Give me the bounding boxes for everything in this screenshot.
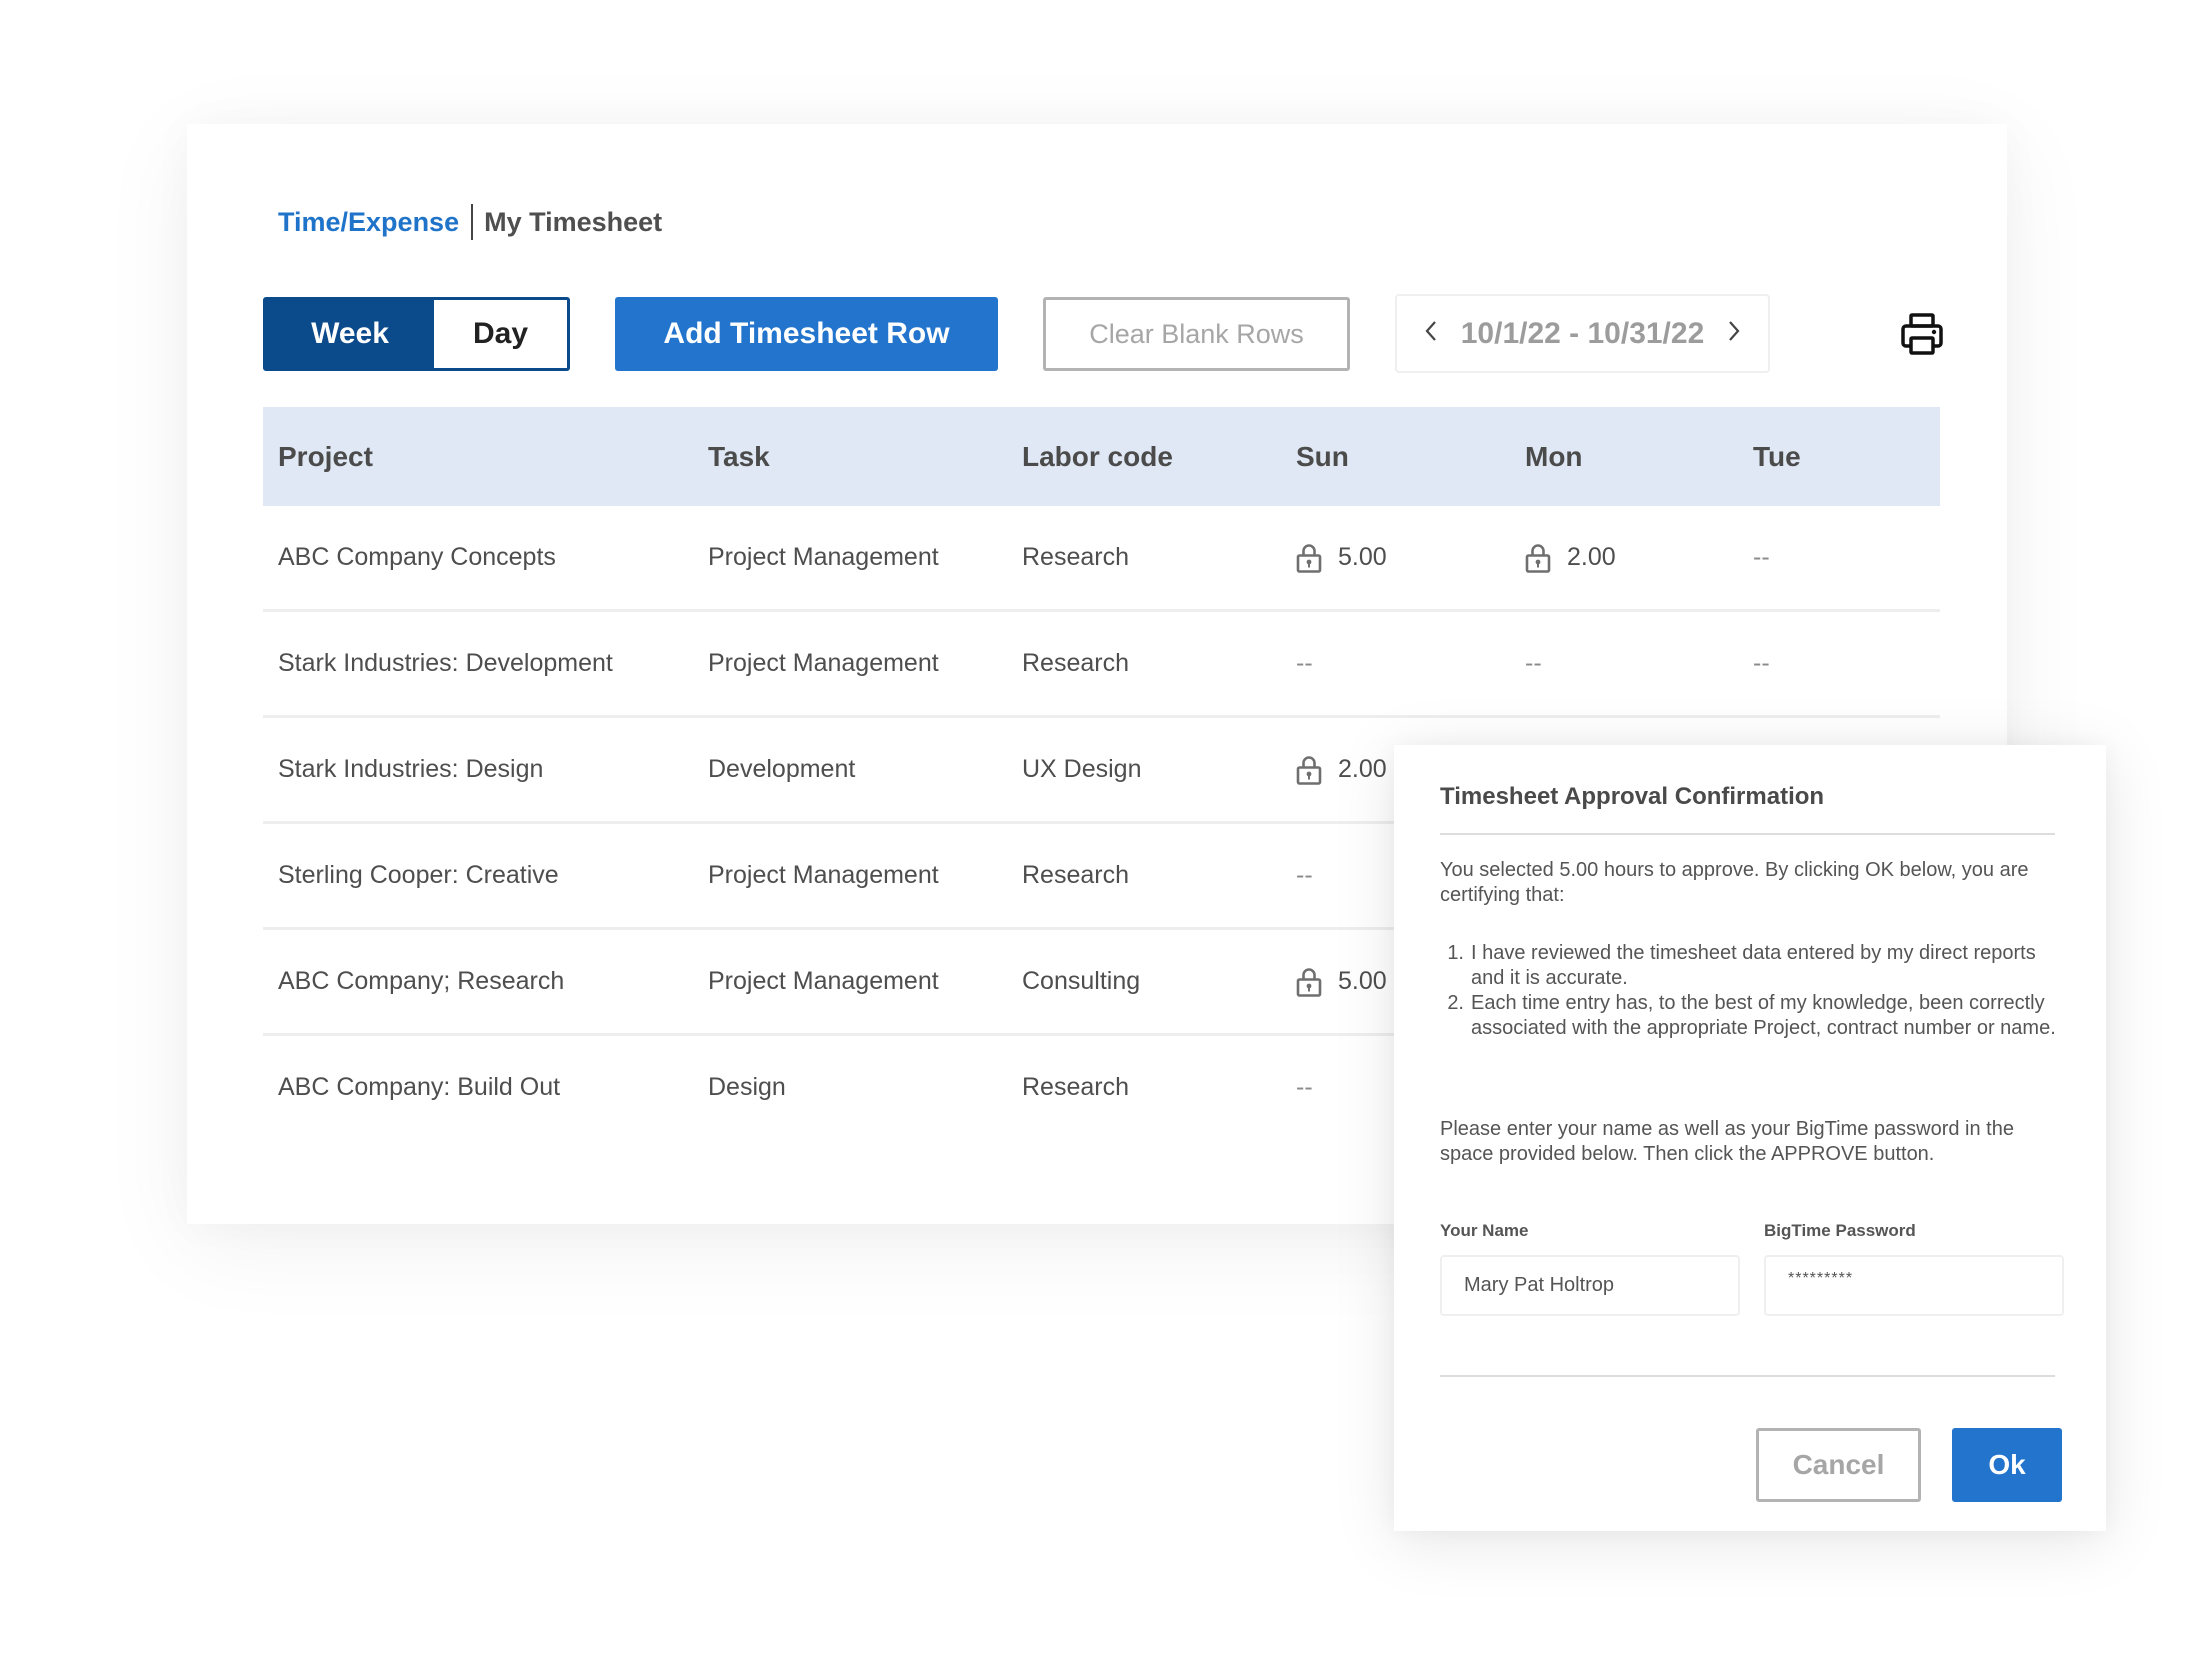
- cancel-button[interactable]: Cancel: [1756, 1428, 1921, 1502]
- item-number: 2.: [1447, 992, 1464, 1014]
- task-cell: Project Management: [708, 649, 939, 677]
- task-cell: Project Management: [708, 543, 939, 571]
- item-text: I have reviewed the timesheet data enter…: [1471, 942, 2036, 989]
- hours-value: --: [1296, 861, 1313, 889]
- project-cell: ABC Company Concepts: [278, 543, 556, 571]
- labor-code-cell: Research: [1022, 543, 1129, 571]
- password-input[interactable]: [1764, 1255, 2064, 1316]
- labor-code-cell: Research: [1022, 861, 1129, 889]
- mon-hours-cell[interactable]: 2.00: [1525, 506, 1616, 609]
- task-cell: Design: [708, 1073, 786, 1101]
- your-name-label: Your Name: [1440, 1221, 1529, 1240]
- breadcrumb-time-expense-link[interactable]: Time/Expense: [278, 207, 459, 238]
- lock-icon: [1296, 543, 1322, 573]
- project-cell: Stark Industries: Design: [278, 755, 544, 783]
- mon-hours-cell[interactable]: --: [1525, 612, 1542, 715]
- table-header: Project Task Labor code Sun Mon Tue: [263, 407, 1940, 506]
- column-header-sun[interactable]: Sun: [1296, 407, 1349, 506]
- certification-list: 1. I have reviewed the timesheet data en…: [1440, 941, 2065, 1041]
- day-view-button[interactable]: Day: [434, 300, 567, 368]
- dialog-intro-text: You selected 5.00 hours to approve. By c…: [1440, 859, 2029, 906]
- labor-code-cell: Research: [1022, 649, 1129, 677]
- labor-code-cell: Research: [1022, 1073, 1129, 1101]
- task-cell: Project Management: [708, 967, 939, 995]
- hours-value: 5.00: [1338, 543, 1387, 571]
- certification-item: 1. I have reviewed the timesheet data en…: [1440, 941, 2065, 991]
- tue-hours-cell[interactable]: --: [1753, 506, 1770, 609]
- sun-hours-cell[interactable]: --: [1296, 612, 1313, 715]
- date-range-picker: 10/1/22 - 10/31/22: [1395, 294, 1770, 373]
- sun-hours-cell[interactable]: --: [1296, 824, 1313, 927]
- toolbar: Week Day Add Timesheet Row Clear Blank R…: [263, 294, 1963, 373]
- hours-value: 2.00: [1338, 755, 1387, 783]
- dialog-title: Timesheet Approval Confirmation: [1440, 783, 1825, 810]
- lock-icon: [1296, 755, 1322, 785]
- your-name-input[interactable]: [1440, 1255, 1740, 1316]
- clear-blank-rows-button[interactable]: Clear Blank Rows: [1043, 297, 1350, 371]
- column-header-project[interactable]: Project: [278, 407, 373, 506]
- project-cell: ABC Company; Research: [278, 967, 565, 995]
- hours-value: --: [1296, 1073, 1313, 1101]
- labor-code-cell: UX Design: [1022, 755, 1142, 783]
- breadcrumb-separator: [471, 204, 474, 240]
- hours-value: --: [1753, 543, 1770, 571]
- add-timesheet-row-button[interactable]: Add Timesheet Row: [615, 297, 998, 371]
- chevron-right-icon[interactable]: [1726, 319, 1742, 349]
- week-view-button[interactable]: Week: [266, 300, 434, 368]
- item-text: Each time entry has, to the best of my k…: [1471, 992, 2056, 1039]
- hours-value: --: [1753, 649, 1770, 677]
- dialog-footer-divider: [1440, 1375, 2055, 1377]
- sun-hours-cell[interactable]: 5.00: [1296, 506, 1387, 609]
- hours-value: 2.00: [1567, 543, 1616, 571]
- table-row[interactable]: ABC Company Concepts Project Management Re…: [263, 506, 1940, 612]
- hours-value: --: [1296, 649, 1313, 677]
- printer-icon[interactable]: [1898, 310, 1946, 358]
- chevron-left-icon[interactable]: [1423, 319, 1439, 349]
- item-number: 1.: [1447, 942, 1464, 964]
- breadcrumb: Time/Expense My Timesheet: [278, 204, 662, 240]
- approval-confirmation-dialog: Timesheet Approval Confirmation You sele…: [1394, 745, 2106, 1531]
- column-header-tue[interactable]: Tue: [1753, 407, 1801, 506]
- column-header-task[interactable]: Task: [708, 407, 770, 506]
- dialog-instructions: Please enter your name as well as your B…: [1440, 1118, 2014, 1165]
- sun-hours-cell[interactable]: --: [1296, 1036, 1313, 1139]
- sun-hours-cell[interactable]: 5.00: [1296, 930, 1387, 1033]
- dialog-divider: [1440, 833, 2055, 835]
- password-label: BigTime Password: [1764, 1221, 1916, 1240]
- task-cell: Project Management: [708, 861, 939, 889]
- lock-icon: [1525, 543, 1551, 573]
- column-header-labor-code[interactable]: Labor code: [1022, 407, 1173, 506]
- date-range-label[interactable]: 10/1/22 - 10/31/22: [1461, 317, 1705, 351]
- hours-value: 5.00: [1338, 967, 1387, 995]
- ok-button[interactable]: Ok: [1952, 1428, 2062, 1502]
- task-cell: Development: [708, 755, 856, 783]
- lock-icon: [1296, 967, 1322, 997]
- column-header-mon[interactable]: Mon: [1525, 407, 1583, 506]
- project-cell: Stark Industries: Development: [278, 649, 613, 677]
- table-row[interactable]: Stark Industries: Development Project Man…: [263, 612, 1940, 718]
- view-toggle: Week Day: [263, 297, 570, 371]
- tue-hours-cell[interactable]: --: [1753, 612, 1770, 715]
- project-cell: Sterling Cooper: Creative: [278, 861, 559, 889]
- sun-hours-cell[interactable]: 2.00: [1296, 718, 1387, 821]
- page-title: My Timesheet: [484, 206, 663, 237]
- labor-code-cell: Consulting: [1022, 967, 1141, 995]
- certification-item: 2. Each time entry has, to the best of m…: [1440, 991, 2065, 1041]
- project-cell: ABC Company: Build Out: [278, 1073, 561, 1101]
- hours-value: --: [1525, 649, 1542, 677]
